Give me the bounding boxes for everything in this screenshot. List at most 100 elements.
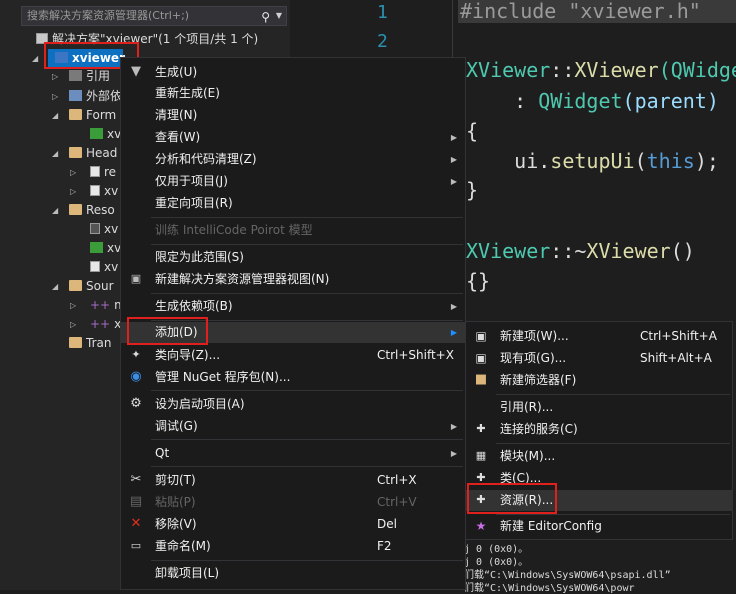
- menu-item-build[interactable]: ▼ 生成(U): [121, 62, 465, 83]
- tree-node-label: Tran: [86, 336, 112, 350]
- resource-item-highlight-box: [467, 483, 557, 514]
- code-line-brace-close: }: [466, 178, 479, 202]
- menu-item-clean[interactable]: 清理(N): [121, 105, 465, 126]
- menu-item-analyze[interactable]: 分析和代码清理(Z) ▶: [121, 149, 465, 170]
- submenu-arrow-icon: ▶: [450, 422, 457, 431]
- menu-item-rename[interactable]: ▭ 重命名(M) F2: [121, 536, 465, 557]
- menu-item-set-startup[interactable]: ⚙ 设为启动项目(A): [121, 394, 465, 415]
- chevron-down-icon[interactable]: ▼: [276, 7, 282, 25]
- build-icon: ▼: [131, 64, 141, 79]
- submenu-arrow-icon: ▶: [450, 302, 457, 311]
- menu-item-debug[interactable]: 调试(G) ▶: [121, 416, 465, 437]
- menu-separator: [151, 244, 463, 245]
- add-item-highlight-box: [127, 317, 208, 345]
- gear-icon: ⚙: [130, 396, 142, 411]
- output-line: 们载“C:\Windows\SysWOW64\powr: [464, 583, 635, 594]
- code-line-include: #include "xviewer.h": [460, 0, 701, 23]
- new-view-icon: ▣: [130, 272, 142, 285]
- connected-services-icon: ✚: [476, 422, 486, 435]
- new-item-icon: ▣: [475, 329, 487, 343]
- tree-node-file[interactable]: xv: [90, 239, 121, 258]
- tree-node-file[interactable]: xv: [90, 125, 121, 144]
- menu-separator: [151, 217, 463, 218]
- tree-node-file[interactable]: xv: [90, 258, 118, 277]
- menu-item-nuget[interactable]: ◉ 管理 NuGet 程序包(N)...: [121, 367, 465, 388]
- submenu-item-module[interactable]: ▦ 模块(M)...: [466, 446, 732, 467]
- collapsed-arrow-icon[interactable]: ▷: [70, 163, 76, 182]
- menu-item-qt[interactable]: Qt ▶: [121, 443, 465, 464]
- tree-node-label: xv: [104, 184, 119, 198]
- search-placeholder: 搜索解决方案资源管理器(Ctrl+;): [27, 9, 190, 22]
- menu-separator: [151, 466, 463, 467]
- collapsed-arrow-icon[interactable]: ▷: [70, 315, 76, 334]
- tree-node-label: xv: [104, 222, 119, 236]
- tree-node-file[interactable]: xv: [90, 220, 118, 239]
- folder-icon: [69, 280, 82, 291]
- menu-item-class-wizard[interactable]: ✦ 类向导(Z)... Ctrl+Shift+X: [121, 345, 465, 366]
- menu-item-rebuild[interactable]: 重新生成(E): [121, 83, 465, 104]
- menu-separator: [496, 514, 730, 515]
- collapsed-arrow-icon[interactable]: ▷: [52, 67, 58, 86]
- code-line-empty-body: {}: [466, 269, 491, 293]
- existing-item-icon: ▣: [475, 351, 487, 365]
- submenu-arrow-icon: ▶: [450, 328, 457, 337]
- code-line-initializer: : QWidget(parent): [466, 89, 719, 113]
- expanded-arrow-icon[interactable]: ◢: [52, 277, 58, 296]
- submenu-arrow-icon: ▶: [450, 177, 457, 186]
- submenu-item-new-item[interactable]: ▣ 新建项(W)... Ctrl+Shift+A: [466, 326, 732, 347]
- menu-item-view[interactable]: 查看(W) ▶: [121, 127, 465, 148]
- class-wizard-icon: ✦: [131, 348, 141, 361]
- expanded-arrow-icon[interactable]: ◢: [52, 106, 58, 125]
- ui-file-icon: [90, 128, 103, 139]
- expanded-arrow-icon[interactable]: ◢: [52, 201, 58, 220]
- cpp-file-icon: ++: [90, 317, 111, 331]
- line-number: 2: [377, 31, 388, 52]
- menu-separator: [151, 390, 463, 391]
- collapsed-arrow-icon[interactable]: ▷: [70, 182, 76, 201]
- tree-node-label: 引用: [86, 69, 111, 83]
- explorer-search-input[interactable]: 搜索解决方案资源管理器(Ctrl+;) ⚲ ▼: [21, 6, 287, 26]
- rename-icon: ▭: [130, 539, 142, 552]
- menu-item-remove[interactable]: ✕ 移除(V) Del: [121, 514, 465, 535]
- search-icon[interactable]: ⚲: [261, 8, 270, 26]
- submenu-arrow-icon: ▶: [450, 133, 457, 142]
- tree-node-label: re: [104, 165, 117, 179]
- menu-separator: [151, 560, 463, 561]
- external-deps-icon: [69, 90, 82, 101]
- submenu-arrow-icon: ▶: [450, 155, 457, 164]
- collapsed-arrow-icon[interactable]: ▷: [70, 296, 76, 315]
- menu-separator: [151, 293, 463, 294]
- menu-separator: [151, 439, 463, 440]
- submenu-item-editorconfig[interactable]: ★ 新建 EditorConfig: [466, 516, 732, 537]
- tree-node-label: Reso: [86, 203, 115, 217]
- tree-node-label: 外部依: [86, 89, 123, 103]
- menu-item-unload[interactable]: 卸载项目(L): [121, 563, 465, 584]
- submenu-item-reference[interactable]: 引用(R)...: [466, 397, 732, 418]
- folder-icon: [69, 337, 82, 348]
- menu-item-cut[interactable]: ✂ 剪切(T) Ctrl+X: [121, 470, 465, 491]
- collapsed-arrow-icon[interactable]: ▷: [52, 87, 58, 106]
- nuget-icon: ◉: [130, 369, 142, 384]
- tree-node-label: Form: [86, 108, 117, 122]
- submenu-item-connected-services[interactable]: ✚ 连接的服务(C): [466, 419, 732, 440]
- expand-arrow-icon[interactable]: ◢: [32, 49, 38, 68]
- tree-node-label: xv: [104, 260, 119, 274]
- menu-separator: [496, 394, 730, 395]
- code-line-constructor: XViewer::XViewer(QWidge: [466, 58, 736, 82]
- menu-item-intellicode: 训练 IntelliCode Poirot 模型: [155, 223, 313, 237]
- submenu-item-existing-item[interactable]: ▣ 现有项(G)... Shift+Alt+A: [466, 348, 732, 369]
- editorconfig-icon: ★: [475, 519, 487, 533]
- menu-item-project-only[interactable]: 仅用于项目(J) ▶: [121, 171, 465, 192]
- line-number: 1: [377, 2, 388, 23]
- menu-item-new-view[interactable]: ▣ 新建解决方案资源管理器视图(N): [121, 269, 465, 290]
- tree-node-label: Sour: [86, 279, 114, 293]
- menu-item-scope[interactable]: 限定为此范围(S): [121, 247, 465, 268]
- menu-item-dependencies[interactable]: 生成依赖项(B) ▶: [121, 296, 465, 317]
- references-icon: [69, 70, 82, 81]
- expanded-arrow-icon[interactable]: ◢: [52, 144, 58, 163]
- header-file-icon: [90, 166, 100, 177]
- menu-item-paste: ▤ 粘贴(P) Ctrl+V: [129, 494, 417, 510]
- menu-separator: [496, 443, 730, 444]
- submenu-item-new-filter[interactable]: ■ 新建筛选器(F): [466, 370, 732, 391]
- menu-item-retarget[interactable]: 重定向项目(R): [121, 193, 465, 214]
